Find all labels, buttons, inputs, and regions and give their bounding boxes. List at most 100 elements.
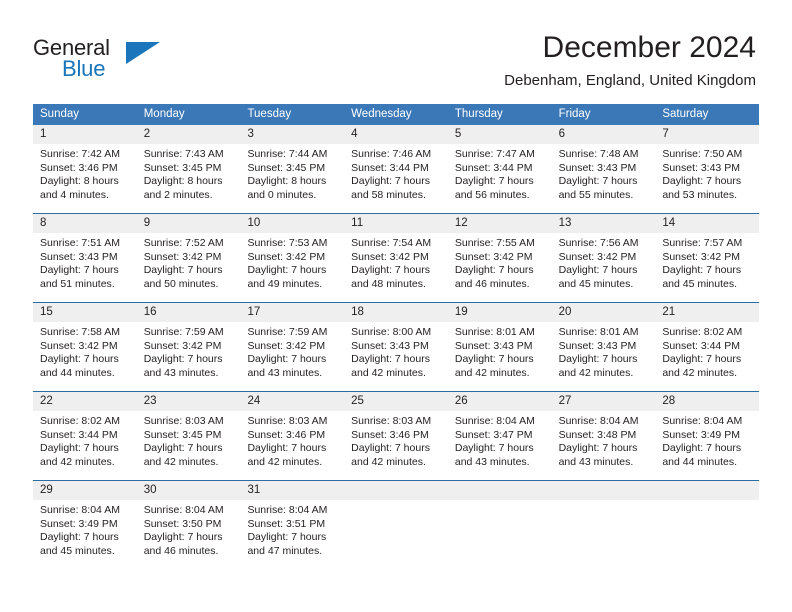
day-cell-13[interactable]: Sunrise: 7:56 AM Sunset: 3:42 PM Daylight:… (552, 233, 656, 302)
day-cell-8[interactable]: Sunrise: 7:51 AM Sunset: 3:43 PM Daylight:… (33, 233, 137, 302)
day-cell-14[interactable]: Sunrise: 7:57 AM Sunset: 3:42 PM Daylight:… (655, 233, 759, 302)
day-detail-line: and 50 minutes. (143, 277, 219, 290)
day-number-11[interactable]: 11 (344, 214, 448, 233)
day-detail-line: Sunset: 3:43 PM (558, 161, 637, 174)
day-cell-5[interactable]: Sunrise: 7:47 AM Sunset: 3:44 PM Daylight:… (448, 144, 552, 213)
page-title: December 2024 (542, 31, 756, 64)
day-number-30[interactable]: 30 (137, 481, 241, 500)
day-detail-line: Daylight: 7 hours (351, 175, 430, 188)
day-number-25[interactable]: 25 (344, 392, 448, 411)
day-detail-line: and 44 minutes. (40, 366, 115, 379)
day-number-14[interactable]: 14 (655, 214, 759, 233)
day-number-13[interactable]: 13 (552, 214, 656, 233)
day-number-18[interactable]: 18 (344, 303, 448, 322)
day-number-29[interactable]: 29 (33, 481, 137, 500)
day-detail-line: Sunrise: 8:03 AM (247, 415, 328, 427)
day-detail-line: Sunrise: 8:04 AM (143, 504, 224, 516)
day-number-2[interactable]: 2 (137, 125, 241, 144)
day-cell-1[interactable]: Sunrise: 7:42 AM Sunset: 3:46 PM Daylight:… (33, 144, 137, 213)
day-cell-15[interactable]: Sunrise: 7:58 AM Sunset: 3:42 PM Daylight:… (33, 322, 137, 391)
day-number-16[interactable]: 16 (137, 303, 241, 322)
day-detail-line: Sunrise: 8:04 AM (662, 415, 743, 427)
day-cell-16[interactable]: Sunrise: 7:59 AM Sunset: 3:42 PM Daylight:… (137, 322, 241, 391)
day-detail-line: Sunrise: 8:04 AM (558, 415, 639, 427)
day-number-8[interactable]: 8 (33, 214, 137, 233)
day-cell-24[interactable]: Sunrise: 8:03 AM Sunset: 3:46 PM Daylight:… (240, 411, 344, 480)
day-detail-line: Sunset: 3:42 PM (351, 250, 429, 263)
day-cell-23[interactable]: Sunrise: 8:03 AM Sunset: 3:45 PM Daylight:… (137, 411, 241, 480)
day-cell-11[interactable]: Sunrise: 7:54 AM Sunset: 3:42 PM Daylight:… (344, 233, 448, 302)
day-detail-line: Sunrise: 8:00 AM (351, 326, 432, 338)
day-detail-line: Sunrise: 7:42 AM (40, 148, 120, 160)
day-number-6[interactable]: 6 (552, 125, 656, 144)
day-cell-9[interactable]: Sunrise: 7:52 AM Sunset: 3:42 PM Daylight:… (137, 233, 241, 302)
day-detail-line: and 0 minutes. (247, 188, 317, 201)
day-number-12[interactable]: 12 (448, 214, 552, 233)
day-detail-line: and 42 minutes. (143, 455, 219, 468)
day-cell-2[interactable]: Sunrise: 7:43 AM Sunset: 3:45 PM Daylight:… (137, 144, 241, 213)
day-detail-line: Sunset: 3:42 PM (143, 339, 222, 352)
day-cell-12[interactable]: Sunrise: 7:55 AM Sunset: 3:42 PM Daylight:… (448, 233, 552, 302)
day-detail-line: Sunset: 3:45 PM (143, 428, 222, 441)
day-cell-10[interactable]: Sunrise: 7:53 AM Sunset: 3:42 PM Daylight:… (240, 233, 344, 302)
day-number-7[interactable]: 7 (655, 125, 759, 144)
day-number-28[interactable]: 28 (655, 392, 759, 411)
day-number-10[interactable]: 10 (240, 214, 344, 233)
logo-text-blue: Blue (62, 56, 106, 81)
day-number-4[interactable]: 4 (344, 125, 448, 144)
day-cell-17[interactable]: Sunrise: 7:59 AM Sunset: 3:42 PM Daylight:… (240, 322, 344, 391)
day-cell-28[interactable]: Sunrise: 8:04 AM Sunset: 3:49 PM Daylight:… (655, 411, 759, 480)
day-detail-line: Sunrise: 7:51 AM (40, 237, 120, 249)
day-detail-line: Daylight: 7 hours (143, 442, 223, 455)
page-subtitle: Debenham, England, United Kingdom (504, 72, 756, 89)
day-cell-18[interactable]: Sunrise: 8:00 AM Sunset: 3:43 PM Daylight:… (344, 322, 448, 391)
week-details-band: Sunrise: 7:51 AM Sunset: 3:43 PM Daylight:… (33, 233, 759, 302)
day-number-31[interactable]: 31 (240, 481, 344, 500)
day-detail-line: Daylight: 7 hours (40, 531, 119, 544)
day-number-3[interactable]: 3 (240, 125, 344, 144)
day-cell-30[interactable]: Sunrise: 8:04 AM Sunset: 3:50 PM Daylight:… (137, 500, 241, 569)
day-cell-27[interactable]: Sunrise: 8:04 AM Sunset: 3:48 PM Daylight:… (552, 411, 656, 480)
day-detail-line: and 42 minutes. (662, 366, 738, 379)
day-cell-29[interactable]: Sunrise: 8:04 AM Sunset: 3:49 PM Daylight:… (33, 500, 137, 569)
day-number-1[interactable]: 1 (33, 125, 137, 144)
day-number-9[interactable]: 9 (137, 214, 241, 233)
day-detail-line: and 2 minutes. (143, 188, 213, 201)
day-detail-line: Sunrise: 7:55 AM (454, 237, 535, 249)
day-cell-3[interactable]: Sunrise: 7:44 AM Sunset: 3:45 PM Daylight:… (240, 144, 344, 213)
day-number-27[interactable]: 27 (552, 392, 656, 411)
day-cell-31[interactable]: Sunrise: 8:04 AM Sunset: 3:51 PM Daylight:… (240, 500, 344, 569)
day-number-17[interactable]: 17 (240, 303, 344, 322)
day-detail-line: Sunrise: 8:02 AM (662, 326, 743, 338)
day-cell-19[interactable]: Sunrise: 8:01 AM Sunset: 3:43 PM Daylight:… (448, 322, 552, 391)
day-cell-6[interactable]: Sunrise: 7:48 AM Sunset: 3:43 PM Daylight:… (552, 144, 656, 213)
day-detail-line: Daylight: 7 hours (662, 353, 742, 366)
day-number-5[interactable]: 5 (448, 125, 552, 144)
day-detail-line: Daylight: 7 hours (662, 175, 742, 188)
day-detail-line: and 49 minutes. (247, 277, 323, 290)
day-detail-line: Sunset: 3:46 PM (247, 428, 326, 441)
day-number-22[interactable]: 22 (33, 392, 137, 411)
general-blue-logo[interactable]: General Blue (33, 36, 233, 94)
day-cell-4[interactable]: Sunrise: 7:46 AM Sunset: 3:44 PM Daylight:… (344, 144, 448, 213)
day-cell-25[interactable]: Sunrise: 8:03 AM Sunset: 3:46 PM Daylight:… (344, 411, 448, 480)
day-detail-line: Sunrise: 7:56 AM (558, 237, 639, 249)
day-number-20[interactable]: 20 (552, 303, 656, 322)
day-number-23[interactable]: 23 (137, 392, 241, 411)
day-detail-line: Daylight: 7 hours (454, 264, 534, 277)
day-cell-20[interactable]: Sunrise: 8:01 AM Sunset: 3:43 PM Daylight:… (552, 322, 656, 391)
day-detail-line: Daylight: 7 hours (143, 353, 223, 366)
day-cell-21[interactable]: Sunrise: 8:02 AM Sunset: 3:44 PM Daylight:… (655, 322, 759, 391)
day-number-26[interactable]: 26 (448, 392, 552, 411)
day-number-21[interactable]: 21 (655, 303, 759, 322)
day-number-24[interactable]: 24 (240, 392, 344, 411)
day-cell-7[interactable]: Sunrise: 7:50 AM Sunset: 3:43 PM Daylight:… (655, 144, 759, 213)
day-cell-22[interactable]: Sunrise: 8:02 AM Sunset: 3:44 PM Daylight:… (33, 411, 137, 480)
day-number-empty (552, 481, 656, 500)
day-detail-line: Daylight: 7 hours (143, 531, 223, 544)
day-detail-line: Sunrise: 8:01 AM (454, 326, 535, 338)
day-number-15[interactable]: 15 (33, 303, 137, 322)
day-number-19[interactable]: 19 (448, 303, 552, 322)
day-cell-26[interactable]: Sunrise: 8:04 AM Sunset: 3:47 PM Daylight:… (448, 411, 552, 480)
day-detail-line: Daylight: 7 hours (558, 442, 638, 455)
